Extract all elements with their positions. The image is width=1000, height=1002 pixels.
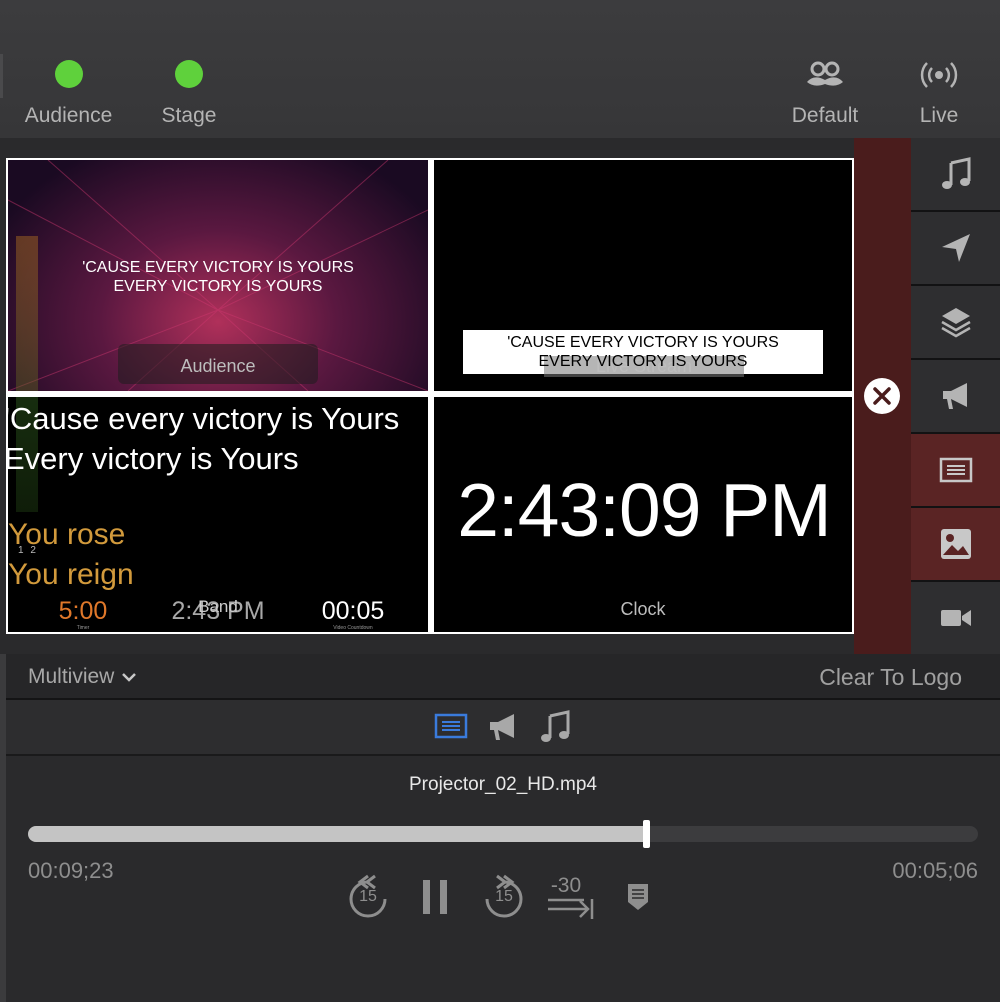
elapsed-time: 00:09;23: [28, 858, 114, 883]
live-label: Live: [919, 104, 959, 127]
band-current-line-1: 'Cause every victory is Yours: [8, 401, 400, 436]
chevron-down-icon: [122, 673, 137, 682]
top-toolbar: Audience Stage Default Live: [0, 0, 1000, 138]
broadcast-icon: [920, 62, 958, 88]
livestream-lyrics: 'CAUSE EVERY VICTORY IS YOURS EVERY VICT…: [463, 333, 823, 371]
send-icon: [941, 234, 970, 262]
default-look-label: Default: [791, 104, 859, 127]
jump-to-end-button[interactable]: -30: [546, 874, 598, 924]
sidebar-media-button[interactable]: [911, 508, 1000, 582]
livestream-lyric-line-2: EVERY VICTORY IS YOURS: [538, 353, 748, 370]
sidebar-props-button[interactable]: [911, 286, 1000, 360]
audience-status-led: [54, 60, 83, 88]
jump-label: -30: [550, 874, 582, 897]
multiview-dropdown-label: Multiview: [28, 665, 115, 688]
media-filename: Projector_02_HD.mp4: [409, 774, 597, 795]
sidebar-slides-button[interactable]: [911, 434, 1000, 508]
mustache-glasses-icon: [807, 61, 843, 86]
band-current-lyrics: 'Cause every victory is Yours Every vict…: [8, 399, 399, 479]
slides-icon: [939, 457, 972, 483]
stage-indicator-label: Stage: [161, 104, 217, 127]
playhead-handle[interactable]: [642, 820, 650, 848]
scrub-progress-fill: [28, 826, 646, 842]
layer-sidebar: [911, 138, 1000, 654]
band-video-countdown-caption: Video Countdown: [333, 625, 373, 631]
close-icon: [873, 387, 891, 405]
clock-time: 2:43:09 PM: [457, 468, 832, 552]
audience-output-label: Audience: [180, 356, 256, 376]
media-player: Projector_02_HD.mp4 00:09;23 00:05;06 15…: [6, 756, 1000, 1002]
marker-button[interactable]: [626, 882, 650, 914]
audience-lyrics: 'CAUSE EVERY VICTORY IS YOURS EVERY VICT…: [8, 258, 428, 296]
layers-icon: [940, 308, 971, 338]
clear-layer-button[interactable]: [864, 378, 900, 414]
pause-icon: [423, 880, 447, 914]
multiview-bar: Multiview Clear To Logo: [6, 654, 1000, 698]
audience-lyric-line-1: 'CAUSE EVERY VICTORY IS YOURS: [82, 259, 354, 276]
default-look-button[interactable]: Default: [782, 58, 868, 128]
livestream-lyric-line-1: 'CAUSE EVERY VICTORY IS YOURS: [507, 334, 779, 351]
megaphone-icon: [490, 714, 514, 740]
live-button[interactable]: Live: [910, 58, 968, 128]
clock-output-label: Clock: [620, 599, 666, 619]
stage-status-led: [175, 60, 203, 88]
band-stage-output: 'Cause every victory is Yours Every vict…: [8, 397, 428, 632]
skip-back-15-button[interactable]: 15: [346, 874, 390, 920]
audience-output: 'CAUSE EVERY VICTORY IS YOURS EVERY VICT…: [8, 160, 428, 391]
remaining-time: 00:05;06: [892, 858, 978, 883]
tab-announcements[interactable]: [486, 710, 520, 749]
stage-indicator[interactable]: Stage: [155, 60, 223, 128]
sidebar-announcements-button[interactable]: [911, 360, 1000, 434]
preview-top-gap: [0, 138, 854, 158]
multiview-preview[interactable]: 'CAUSE EVERY VICTORY IS YOURS EVERY VICT…: [6, 158, 854, 634]
band-output-label: Band: [198, 597, 238, 616]
scrub-bar[interactable]: [28, 826, 978, 842]
preview-bottom-gap: [6, 634, 854, 654]
image-icon: [940, 529, 971, 559]
band-current-line-2: Every victory is Yours: [8, 441, 299, 476]
skip-forward-15-button[interactable]: 15: [482, 874, 526, 920]
sidebar-messages-button[interactable]: [911, 212, 1000, 286]
slides-icon: [434, 713, 468, 739]
multiview-dropdown[interactable]: Multiview: [28, 665, 138, 689]
music-note-icon: [541, 710, 570, 742]
band-next-line-1: You rose: [8, 518, 126, 551]
clock-output: 2:43:09 PM Clock: [434, 397, 852, 632]
skip-forward-label: 15: [495, 888, 513, 905]
tab-audio[interactable]: [538, 710, 572, 749]
megaphone-icon: [942, 383, 967, 409]
media-tab-bar: [6, 700, 1000, 754]
left-panel-handle: [0, 54, 3, 98]
marker-icon: [628, 884, 648, 910]
audience-indicator-label: Audience: [24, 104, 113, 127]
audience-indicator[interactable]: Audience: [20, 60, 117, 128]
sidebar-video-input-button[interactable]: [911, 582, 1000, 654]
skip-back-label: 15: [359, 888, 377, 905]
livestream-output: Live Stream 'CAUSE EVERY VICTORY IS YOUR…: [434, 160, 852, 391]
audio-level-meter: [16, 236, 38, 391]
jump-arrow-icon: [548, 898, 594, 919]
band-timer-caption: Timer: [76, 625, 90, 631]
band-timer: 5:00: [58, 597, 108, 625]
music-note-icon: [941, 157, 970, 189]
pause-button[interactable]: [422, 878, 448, 916]
clear-to-logo-button[interactable]: Clear To Logo: [819, 664, 962, 691]
tab-slides[interactable]: [434, 712, 468, 745]
band-video-countdown: 00:05: [321, 597, 385, 625]
audience-lyric-line-2: EVERY VICTORY IS YOURS: [113, 278, 323, 295]
band-next-line-2: You reign: [8, 558, 134, 591]
preview-left-gap: [0, 158, 6, 654]
band-next-lyrics: You rose You reign: [8, 515, 134, 595]
video-camera-icon: [940, 610, 971, 626]
sidebar-audio-button[interactable]: [911, 138, 1000, 212]
